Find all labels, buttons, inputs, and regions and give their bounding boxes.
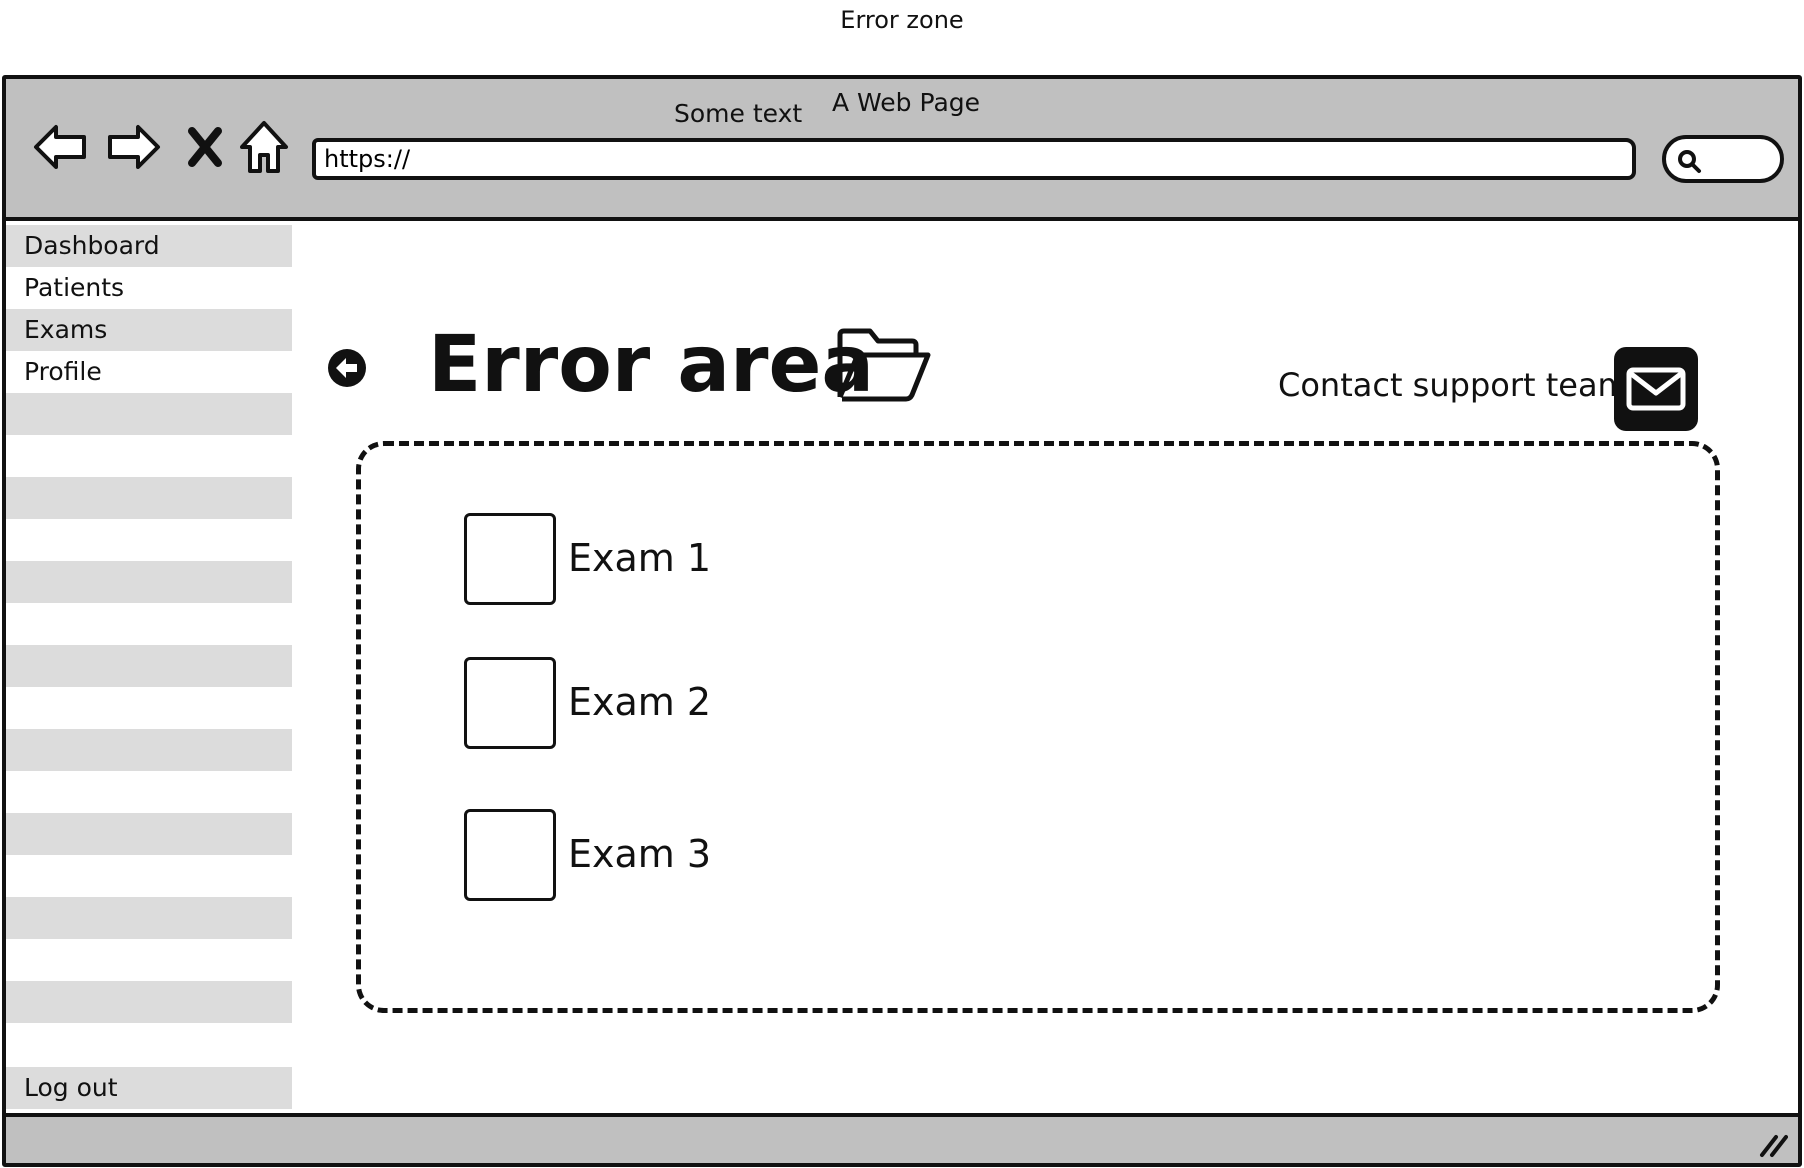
status-bar [6, 1113, 1798, 1163]
exam-label: Exam 1 [568, 536, 712, 580]
sidebar-empty-row [6, 813, 292, 855]
envelope-icon[interactable] [1614, 347, 1698, 431]
sidebar-empty-row [6, 897, 292, 939]
back-circle-icon[interactable] [326, 347, 368, 389]
sidebar: Dashboard Patients Exams Profile Log out [6, 225, 292, 1113]
sidebar-empty-row [6, 939, 292, 981]
url-bar[interactable] [312, 138, 1636, 180]
exam-checkbox[interactable] [464, 809, 556, 901]
exam-label: Exam 2 [568, 680, 712, 724]
window-title: A Web Page [832, 88, 981, 117]
sidebar-item-patients[interactable]: Patients [6, 267, 292, 309]
search-icon [1678, 150, 1701, 173]
sidebar-empty-row [6, 603, 292, 645]
url-input[interactable] [324, 142, 1632, 176]
sidebar-empty-row [6, 477, 292, 519]
sidebar-empty-row [6, 435, 292, 477]
toolbar-text: Some text [674, 99, 803, 128]
sidebar-empty-row [6, 393, 292, 435]
sidebar-item-exams[interactable]: Exams [6, 309, 292, 351]
forward-arrow-icon[interactable] [106, 119, 162, 175]
sidebar-item-profile[interactable]: Profile [6, 351, 292, 393]
zone-label: Error zone [840, 6, 964, 34]
home-icon[interactable] [238, 119, 290, 175]
sidebar-empty-row [6, 519, 292, 561]
back-arrow-icon[interactable] [32, 119, 88, 175]
sidebar-empty-row [6, 687, 292, 729]
folder-open-icon [834, 327, 934, 403]
browser-toolbar: A Web Page Some text [6, 79, 1798, 221]
sidebar-empty-row [6, 645, 292, 687]
contact-support-label: Contact support team [1278, 366, 1629, 404]
page-title: Error area [428, 320, 875, 410]
close-x-icon[interactable] [182, 119, 228, 175]
sidebar-empty-row [6, 561, 292, 603]
exam-list-panel [356, 441, 1720, 1013]
exam-label: Exam 3 [568, 832, 712, 876]
sidebar-empty-row [6, 771, 292, 813]
resize-grip-icon[interactable] [1758, 1131, 1788, 1159]
sidebar-empty-row [6, 981, 292, 1023]
exam-checkbox[interactable] [464, 657, 556, 749]
sidebar-item-dashboard[interactable]: Dashboard [6, 225, 292, 267]
browser-window: A Web Page Some text Dashboard Patients … [2, 75, 1802, 1167]
sidebar-empty-row [6, 729, 292, 771]
search-field[interactable] [1662, 135, 1784, 183]
exam-checkbox[interactable] [464, 513, 556, 605]
logout-button[interactable]: Log out [6, 1067, 292, 1109]
sidebar-empty-row [6, 855, 292, 897]
